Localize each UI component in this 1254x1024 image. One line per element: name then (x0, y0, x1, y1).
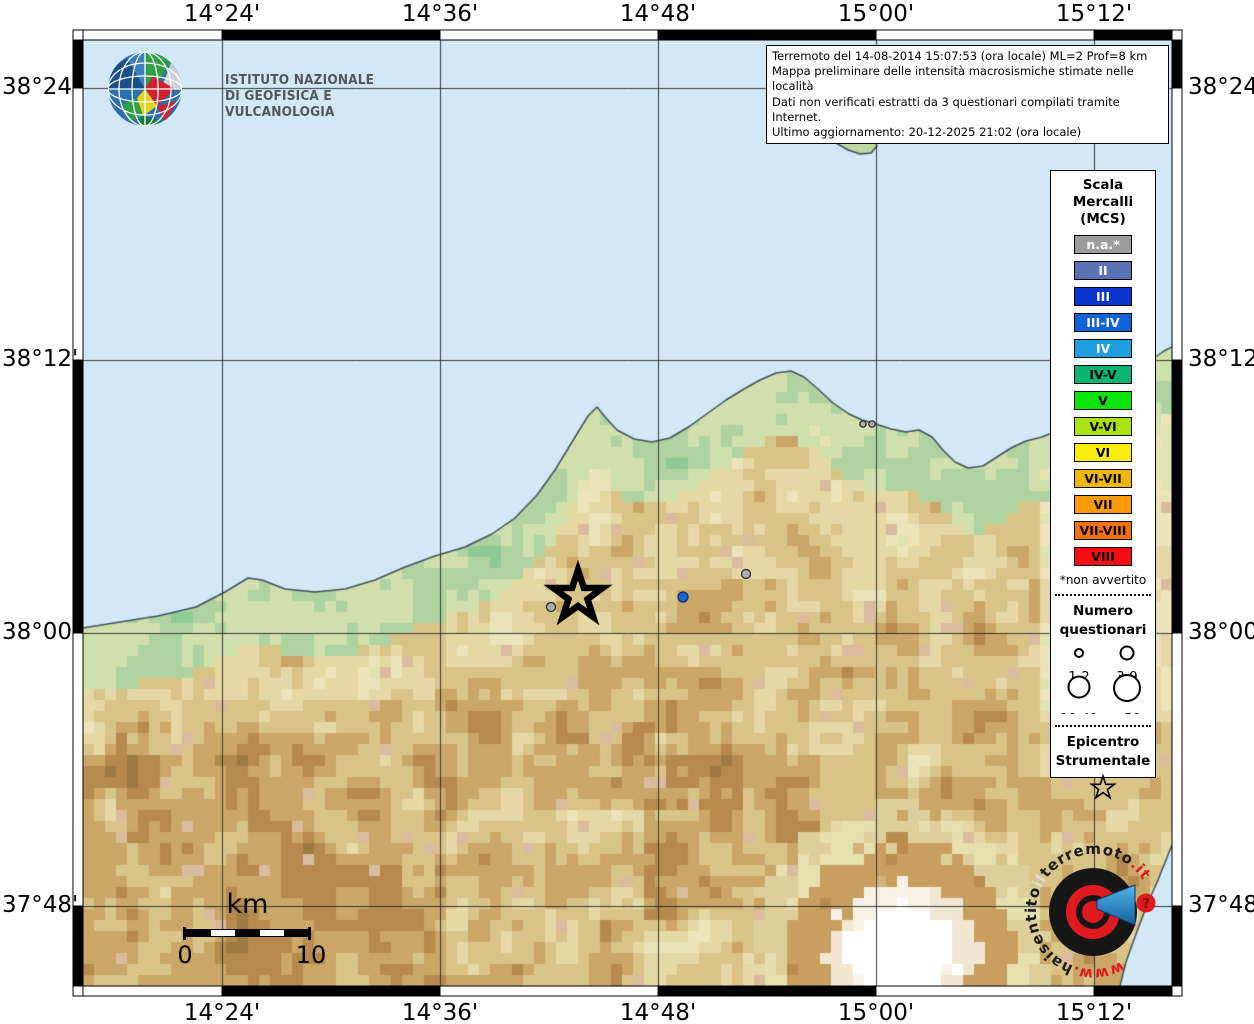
frame-segment (83, 986, 222, 996)
intensity-swatch-IV: IV (1074, 339, 1132, 358)
size-key-circle-10-49 (1069, 677, 1090, 698)
frame-segment (1172, 30, 1182, 40)
epicenter-key-star-icon (1051, 771, 1155, 803)
frame-segment (1172, 88, 1182, 360)
scale-bar-end: 10 (296, 941, 327, 969)
intensity-swatch-n.a.*: n.a.* (1074, 235, 1132, 254)
frame-segment (73, 633, 83, 906)
lon-label-top-4: 15°12' (1056, 1, 1132, 27)
scale-bar-cap (183, 927, 186, 940)
frame-segment (440, 986, 658, 996)
frame-segment (876, 30, 1094, 40)
lon-label-top-3: 15°00' (838, 1, 914, 27)
scale-bar-unit: km (185, 889, 310, 920)
ingv-line2: DI GEOFISICA E VULCANOLOGIA (225, 88, 432, 120)
macroseismic-map-page: 14°24' 14°24' 14°36' 14°36' 14°48' 14°48' 15°0… (0, 0, 1254, 1024)
frame-segment (1172, 40, 1182, 88)
lat-label-left-0: 38°24' (2, 74, 72, 100)
intensity-swatch-VII-VIII: VII-VIII (1074, 521, 1132, 540)
lon-label-top-0: 14°24' (184, 1, 260, 27)
legend-divider (1055, 594, 1151, 596)
intensity-swatch-VIII: VIII (1074, 547, 1132, 566)
size-key-circle-3-9 (1121, 647, 1134, 660)
frame-segment (1172, 360, 1182, 633)
frame-segment (222, 986, 440, 996)
event-data-note: Dati non verificati estratti da 3 questi… (772, 95, 1163, 125)
scale-bar-cap (308, 927, 311, 940)
frame-segment (73, 906, 83, 986)
frame-segment (73, 30, 83, 40)
frame-segment (73, 986, 83, 996)
haisentitoilterremoto-logo: ? www.haisentitoilterremoto.it (1020, 840, 1190, 1010)
questionnaire-size-key: 1-23-910-49≥50 (1051, 640, 1155, 714)
frame-segment (1094, 30, 1172, 40)
lon-label-bottom-1: 14°36' (402, 1000, 478, 1024)
intensity-swatch-III: III (1074, 287, 1132, 306)
terrain-map-canvas (83, 40, 1172, 986)
lon-label-bottom-2: 14°48' (620, 1000, 696, 1024)
intensity-swatch-VI: VI (1074, 443, 1132, 462)
intensity-swatch-II: II (1074, 261, 1132, 280)
question-mark: ? (1142, 897, 1150, 912)
questionnaire-count-title: Numero questionari (1051, 602, 1155, 640)
scale-bar-segments (185, 929, 310, 937)
intensity-swatch-VI-VII: VI-VII (1074, 469, 1132, 488)
size-key-label: 10-49 (1060, 712, 1098, 714)
scale-bar-segment (235, 930, 260, 936)
event-subtitle: Mappa preliminare delle intensità macros… (772, 64, 1163, 94)
scale-bar-segment (211, 930, 236, 936)
frame-segment (222, 30, 440, 40)
scale-bar-segment (186, 930, 211, 936)
size-key-circle-≥50 (1114, 675, 1140, 701)
ingv-line1: ISTITUTO NAZIONALE (225, 72, 432, 88)
size-key-circle-1-2 (1075, 649, 1083, 657)
lat-label-left-1: 38°12' (2, 346, 72, 372)
scale-bar-segment (260, 930, 285, 936)
ingv-globe-icon (95, 46, 215, 136)
intensity-swatch-IV-V: IV-V (1074, 365, 1132, 384)
legend-title: Scala Mercalli (MCS) (1051, 177, 1155, 228)
lat-label-right-3: 37°48' (1188, 892, 1254, 918)
lat-label-left-2: 38°00' (2, 619, 72, 645)
lon-label-bottom-0: 14°24' (184, 1000, 260, 1024)
legend-panel: Scala Mercalli (MCS) n.a.*IIIIIIII-IVIVI… (1050, 170, 1156, 778)
event-title: Terremoto del 14-08-2014 15:07:53 (ora l… (772, 49, 1163, 64)
legend-divider (1055, 725, 1151, 727)
ingv-logo: ISTITUTO NAZIONALE DI GEOFISICA E VULCAN… (95, 46, 455, 136)
frame-segment (658, 986, 876, 996)
frame-segment (440, 30, 658, 40)
intensity-swatch-V-VI: V-VI (1074, 417, 1132, 436)
lat-label-right-1: 38°12' (1188, 346, 1254, 372)
intensity-swatch-V: V (1074, 391, 1132, 410)
frame-segment (83, 30, 222, 40)
mercalli-scale-swatches: n.a.*IIIIIIII-IVIVIV-VVV-VIVIVI-VIIVIIVI… (1051, 235, 1155, 566)
epicenter-key-title: Epicentro Strumentale (1051, 733, 1155, 771)
ingv-logo-text: ISTITUTO NAZIONALE DI GEOFISICA E VULCAN… (225, 72, 432, 120)
frame-segment (658, 30, 876, 40)
lon-label-top-2: 14°48' (620, 1, 696, 27)
scale-bar-segment (284, 930, 309, 936)
lat-label-right-2: 38°00' (1188, 619, 1254, 645)
event-update-time: Ultimo aggiornamento: 20-12-2025 21:02 (… (772, 125, 1163, 140)
frame-segment (73, 360, 83, 633)
lon-label-top-1: 14°36' (402, 1, 478, 27)
frame-segment (73, 88, 83, 360)
size-key-label: ≥50 (1113, 712, 1140, 714)
intensity-swatch-VII: VII (1074, 495, 1132, 514)
lat-label-left-3: 37°48' (2, 892, 72, 918)
lat-label-right-0: 38°24' (1188, 74, 1254, 100)
intensity-swatch-III-IV: III-IV (1074, 313, 1132, 332)
lon-label-bottom-3: 15°00' (838, 1000, 914, 1024)
scale-bar-start: 0 (177, 941, 192, 969)
legend-footnote: *non avvertito (1051, 573, 1155, 587)
event-info-box: Terremoto del 14-08-2014 15:07:53 (ora l… (766, 45, 1169, 144)
